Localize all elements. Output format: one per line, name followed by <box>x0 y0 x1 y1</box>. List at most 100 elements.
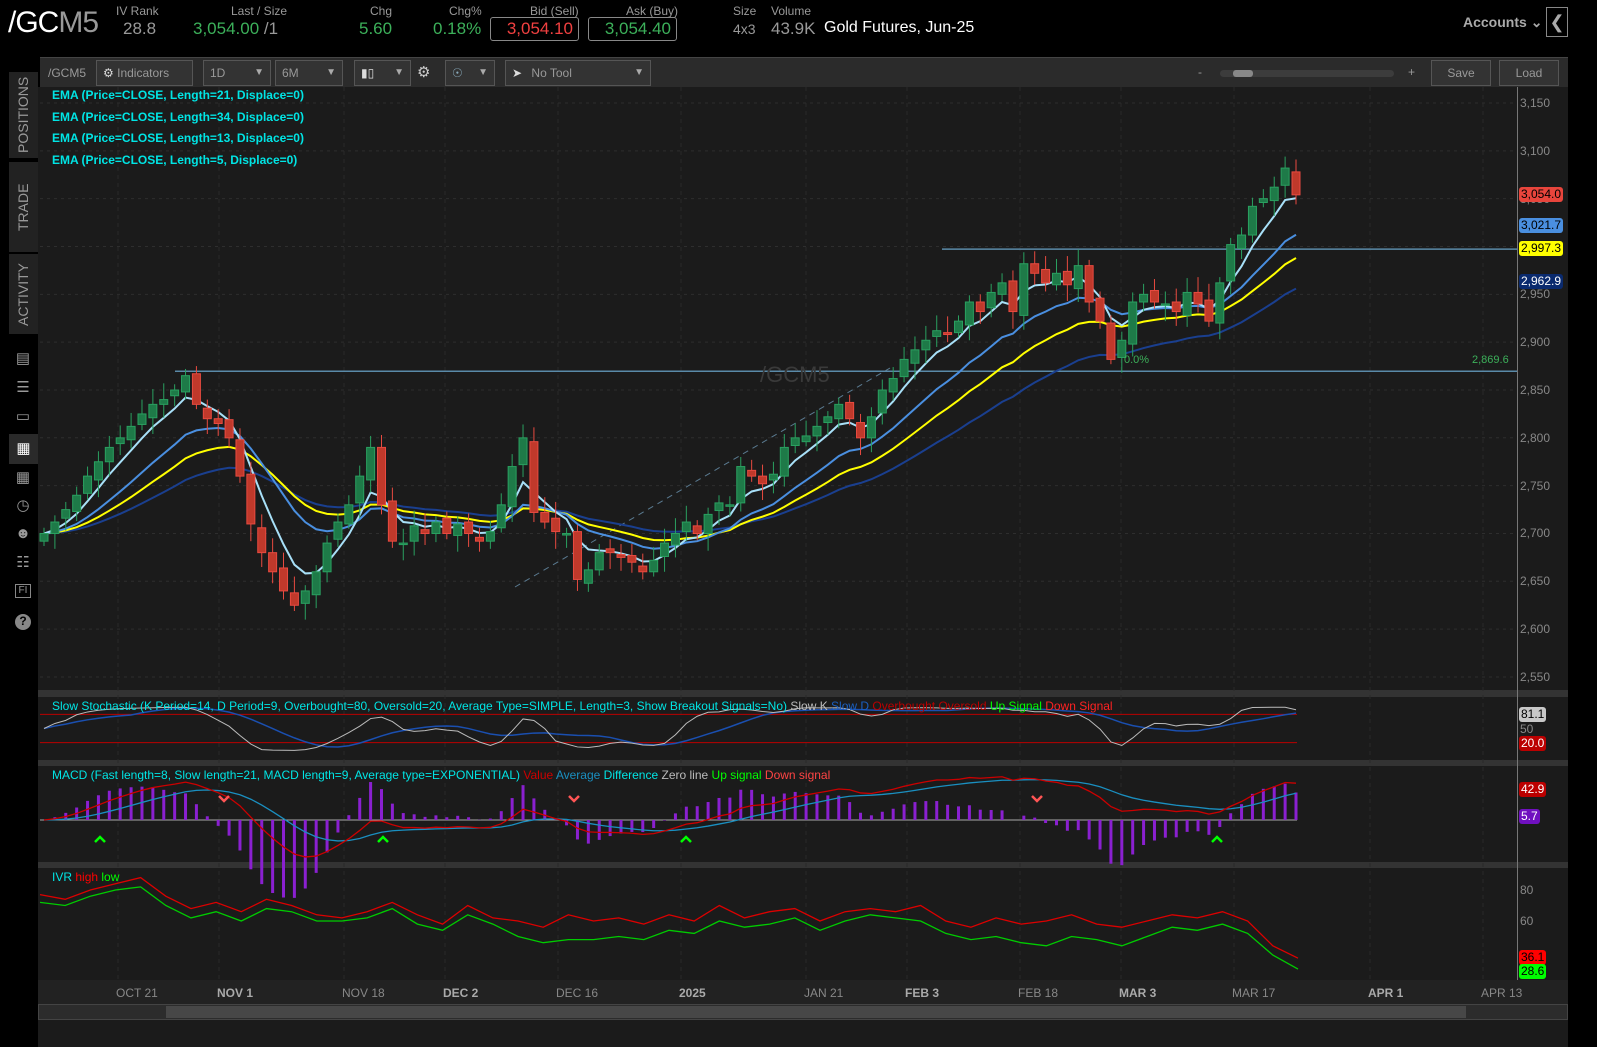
candle-down <box>235 439 245 477</box>
candle-down <box>605 548 615 554</box>
legend-high: high <box>75 870 99 884</box>
candle-up <box>398 542 408 546</box>
candle-up <box>660 542 670 557</box>
price-label: 2,962.9 <box>1519 273 1564 289</box>
candle-up <box>1182 291 1192 316</box>
candle-down <box>202 407 212 420</box>
candle-up <box>50 521 60 535</box>
candle-down <box>1062 270 1072 286</box>
candle-up <box>790 437 800 446</box>
candle-up <box>507 466 517 508</box>
candle-up <box>104 446 114 463</box>
down-signal-arrow <box>218 795 230 803</box>
up-signal-arrow <box>1211 835 1223 843</box>
candle-up <box>866 416 876 439</box>
candle-down <box>1008 280 1018 313</box>
candle-down <box>1095 297 1105 322</box>
candle-up <box>1247 205 1257 236</box>
macd-value-line <box>43 776 1297 858</box>
watermark: /GCM5 <box>760 362 830 387</box>
candle-up <box>1226 244 1236 282</box>
candle-down <box>1106 322 1116 360</box>
x-tick-label: MAR 17 <box>1232 986 1276 1000</box>
study-label-ema34[interactable]: EMA (Price=CLOSE, Length=34, Displace=0) <box>52 110 304 124</box>
candle-down <box>268 552 278 573</box>
candle-up <box>1269 186 1279 202</box>
study-label-ema21[interactable]: EMA (Price=CLOSE, Length=21, Displace=0) <box>52 88 304 102</box>
candle-down <box>551 517 561 533</box>
legend-oversold: Oversold <box>938 699 987 713</box>
macd-value-label: 42.9 <box>1519 782 1547 797</box>
x-tick-label: OCT 21 <box>116 986 158 1000</box>
candle-down <box>224 419 234 439</box>
candle-up <box>485 531 495 542</box>
candle-up <box>1051 272 1061 286</box>
up-signal-arrow <box>680 835 692 843</box>
fib-value-label: 2,869.6 <box>1472 354 1509 366</box>
legend-value: Value <box>523 768 554 782</box>
ivr-tick-80: 80 <box>1520 883 1534 897</box>
candle-down <box>1030 263 1040 274</box>
candle-up <box>83 475 93 494</box>
candle-up <box>899 358 909 378</box>
candle-up <box>1258 198 1268 203</box>
ivr-legend[interactable]: IVR high low <box>52 870 119 884</box>
stochastic-legend[interactable]: Slow Stochastic (K Period=14, D Period=9… <box>52 699 1113 713</box>
candle-up <box>583 569 593 584</box>
candle-up <box>181 375 191 393</box>
candle-down <box>1149 290 1159 303</box>
candle-down <box>289 592 299 606</box>
price-label: 3,054.0 <box>1519 186 1564 202</box>
y-tick-label: 2,950 <box>1520 287 1551 302</box>
study-label-ema5[interactable]: EMA (Price=CLOSE, Length=5, Displace=0) <box>52 153 297 167</box>
candle-up <box>954 320 964 334</box>
candle-down <box>1204 299 1214 322</box>
candle-down <box>540 511 550 523</box>
candle-up <box>333 521 343 540</box>
x-tick-label: NOV 1 <box>217 986 254 1000</box>
x-tick-label: APR 1 <box>1368 986 1404 1000</box>
legend-average: Average <box>555 768 601 782</box>
candle-up <box>1215 282 1225 324</box>
candle-up <box>431 521 441 535</box>
x-tick-label: DEC 16 <box>556 986 599 1000</box>
candle-up <box>921 339 931 351</box>
candle-up <box>1128 301 1138 345</box>
candle-up <box>61 509 71 519</box>
candle-down <box>464 521 474 535</box>
candle-up <box>518 437 528 466</box>
y-tick-label: 2,600 <box>1520 622 1551 637</box>
ivr-low-line <box>39 886 1299 970</box>
candle-up <box>366 446 376 481</box>
legend-slow-k: Slow K <box>790 699 828 713</box>
legend-slow-d: Slow D <box>831 699 870 713</box>
macd-average-line <box>43 778 1297 842</box>
candle-up <box>93 461 103 481</box>
candle-up <box>496 504 506 529</box>
candle-down <box>1084 265 1094 303</box>
candle-up <box>594 552 604 571</box>
candle-up <box>823 416 833 424</box>
ivr-title: IVR <box>52 870 73 884</box>
candle-up <box>964 301 974 326</box>
y-tick-label: 2,900 <box>1520 335 1551 350</box>
candle-up <box>801 435 811 443</box>
candle-down <box>529 441 539 513</box>
candle-down <box>1041 268 1051 284</box>
candle-down <box>692 525 702 535</box>
candle-up <box>355 475 365 504</box>
legend-up-signal: Up Signal <box>989 699 1042 713</box>
legend-difference: Difference <box>603 768 659 782</box>
study-label-ema13[interactable]: EMA (Price=CLOSE, Length=13, Displace=0) <box>52 131 304 145</box>
legend-down-signal: Down Signal <box>1045 699 1113 713</box>
legend-up-signal: Up signal <box>711 768 762 782</box>
candle-down <box>387 500 397 542</box>
candle-up <box>115 437 125 445</box>
candle-up <box>300 590 310 604</box>
candle-up <box>997 282 1007 295</box>
ivr-low-label: 28.6 <box>1519 964 1547 979</box>
macd-legend[interactable]: MACD (Fast length=8, Slow length=21, MAC… <box>52 768 830 782</box>
candle-down <box>246 473 256 525</box>
candle-up <box>170 389 180 397</box>
candle-down <box>279 567 289 592</box>
